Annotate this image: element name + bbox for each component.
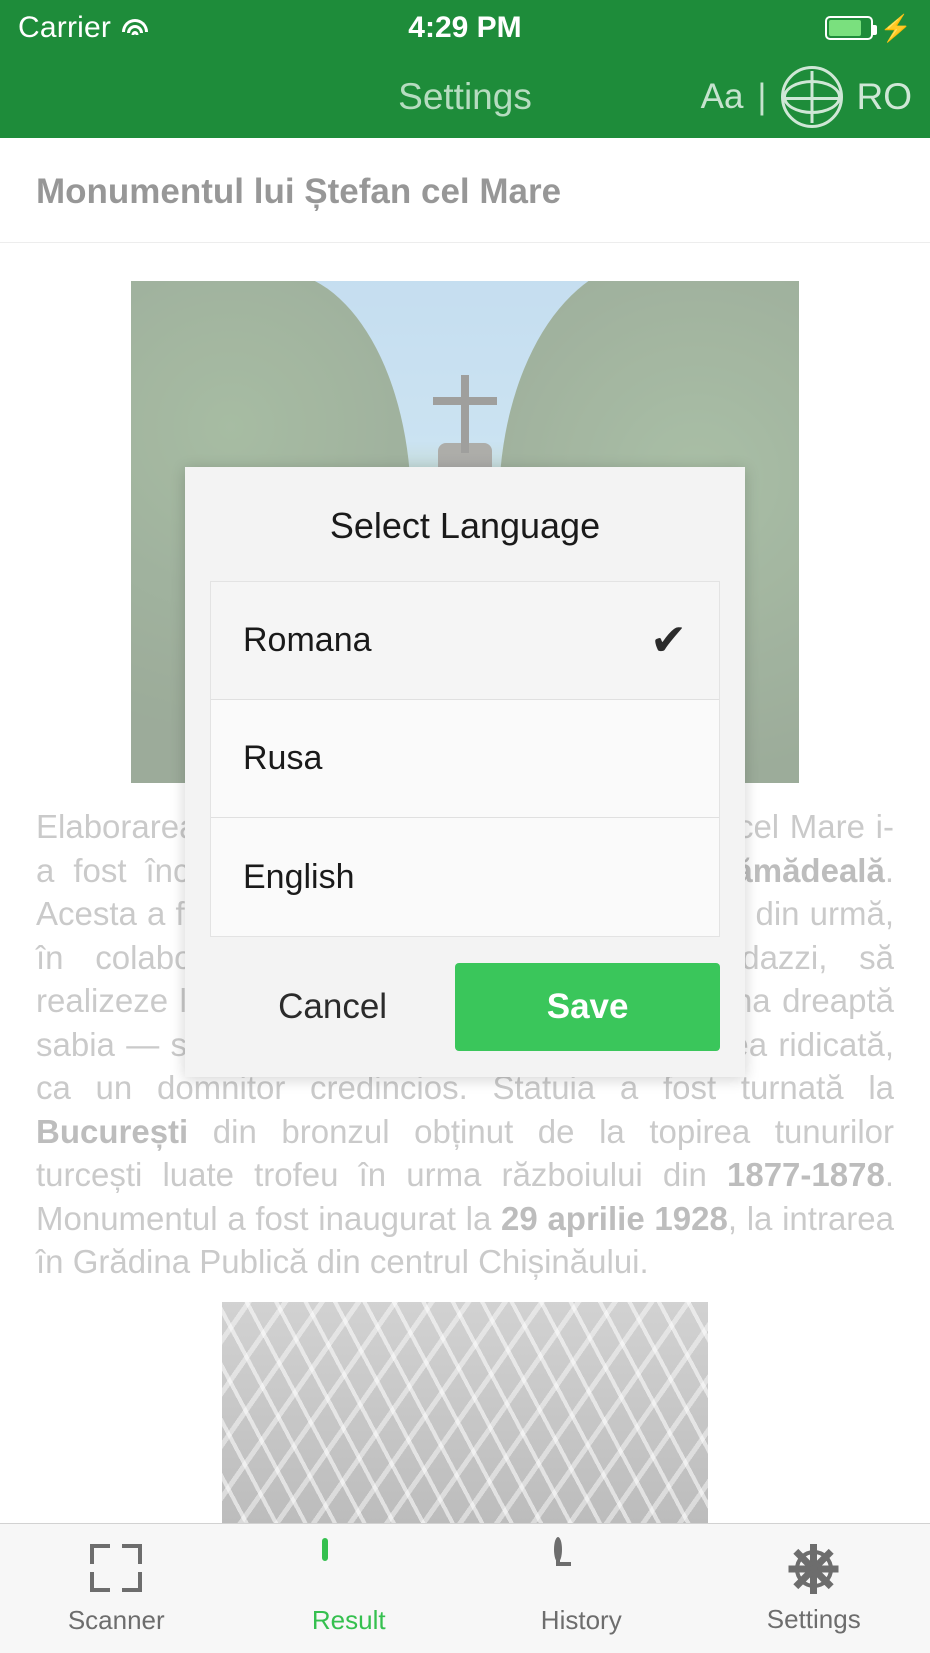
globe-icon[interactable] — [780, 65, 843, 128]
status-bar-left: Carrier — [18, 11, 149, 45]
language-option-label: English — [243, 857, 355, 896]
language-option-label: Romana — [243, 621, 372, 659]
language-option-english[interactable]: English — [211, 818, 719, 936]
select-language-dialog: Select Language Romana ✔ Rusa English Ca… — [185, 467, 745, 1077]
language-option-romana[interactable]: Romana ✔ — [211, 582, 719, 700]
language-option-rusa[interactable]: Rusa — [211, 700, 719, 818]
navbar-separator: | — [757, 76, 767, 116]
navigation-bar: Settings Aa | RO — [0, 55, 930, 138]
wifi-icon — [121, 17, 149, 39]
document-icon — [321, 1538, 376, 1595]
tab-scanner[interactable]: Scanner — [0, 1524, 233, 1653]
status-bar: Carrier 4:29 PM ⚡ — [0, 0, 930, 55]
language-option-label: Rusa — [243, 739, 323, 777]
navbar-actions: Aa | RO — [701, 65, 913, 128]
tab-history[interactable]: History — [465, 1524, 698, 1653]
dialog-actions: Cancel Save — [185, 937, 745, 1077]
cancel-button[interactable]: Cancel — [210, 963, 455, 1051]
content-area: Monumentul lui Ștefan cel Mare Elaborare… — [0, 138, 930, 1523]
carrier-label: Carrier — [18, 10, 112, 44]
tab-settings[interactable]: Settings — [698, 1524, 930, 1653]
check-icon: ✔ — [650, 615, 687, 665]
tab-label: Result — [311, 1605, 386, 1635]
tab-bar: Scanner Result History Settings — [0, 1523, 930, 1653]
app-screen: Carrier 4:29 PM ⚡ Settings Aa | RO Monum… — [0, 0, 930, 1653]
scanner-icon — [89, 1541, 143, 1595]
font-size-button[interactable]: Aa — [701, 77, 744, 117]
language-option-list: Romana ✔ Rusa English — [210, 581, 720, 937]
battery-icon — [824, 15, 877, 40]
gear-icon — [788, 1544, 839, 1594]
clock-icon — [554, 1537, 608, 1595]
tab-label: Scanner — [67, 1605, 165, 1635]
lightning-bolt-icon: ⚡ — [879, 12, 912, 43]
status-bar-right: ⚡ — [824, 12, 912, 43]
tab-label: Settings — [766, 1604, 861, 1634]
dialog-title: Select Language — [329, 505, 601, 546]
tab-label: History — [540, 1605, 622, 1635]
tab-result[interactable]: Result — [233, 1524, 466, 1653]
language-code-label[interactable]: RO — [857, 76, 913, 118]
save-button[interactable]: Save — [455, 963, 720, 1051]
